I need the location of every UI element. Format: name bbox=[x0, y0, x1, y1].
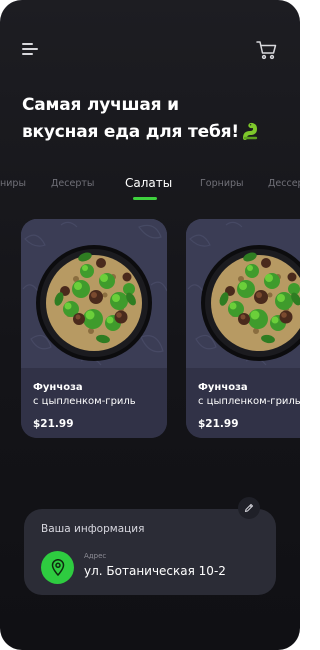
product-info: Фунчоза с цыпленком-гриль $21.99 bbox=[186, 368, 300, 438]
product-title: Фунчоза bbox=[198, 382, 248, 393]
pencil-icon[interactable] bbox=[238, 497, 260, 519]
product-subtitle: с цыпленком-гриль bbox=[198, 396, 300, 407]
user-info-heading: Ваша информация bbox=[41, 523, 145, 535]
headline-line-2: вкусная еда для тебя! bbox=[22, 122, 239, 142]
tab-salads[interactable]: Салаты bbox=[125, 176, 172, 190]
category-tabs: рниры Десерты Салаты Горниры Дессер bbox=[0, 176, 300, 202]
tab-desserts[interactable]: Десерты bbox=[51, 178, 94, 189]
app-screen: Самая лучшая и вкусная еда для тебя! рни… bbox=[0, 0, 300, 650]
product-image bbox=[21, 219, 167, 368]
active-tab-indicator bbox=[133, 197, 157, 200]
product-title: Фунчоза bbox=[33, 382, 83, 393]
address-caption: Адрес bbox=[84, 552, 107, 560]
product-card[interactable]: Фунчоза с цыпленком-гриль $21.99 bbox=[186, 219, 300, 438]
product-price: $21.99 bbox=[198, 418, 239, 430]
page-headline: Самая лучшая и вкусная еда для тебя! bbox=[22, 92, 282, 149]
user-info-card[interactable]: Ваша информация Адрес ул. Ботаническая 1… bbox=[24, 509, 276, 595]
product-card[interactable]: Фунчоза с цыпленком-гриль $21.99 bbox=[21, 219, 167, 438]
product-image bbox=[186, 219, 300, 368]
cart-icon[interactable] bbox=[256, 40, 278, 60]
address-value: ул. Ботаническая 10-2 bbox=[84, 564, 226, 578]
tab-desserts-right[interactable]: Дессер bbox=[268, 178, 300, 189]
headline-line-1: Самая лучшая и bbox=[22, 95, 179, 115]
tab-garnishes[interactable]: Горниры bbox=[200, 178, 244, 189]
location-pin-icon bbox=[41, 551, 74, 584]
tab-garnishes-left[interactable]: рниры bbox=[0, 178, 26, 189]
product-subtitle: с цыпленком-гриль bbox=[33, 396, 136, 407]
product-info: Фунчоза с цыпленком-гриль $21.99 bbox=[21, 368, 167, 438]
snake-icon bbox=[242, 122, 262, 149]
product-price: $21.99 bbox=[33, 418, 74, 430]
top-bar bbox=[22, 40, 278, 60]
menu-icon[interactable] bbox=[22, 42, 40, 56]
